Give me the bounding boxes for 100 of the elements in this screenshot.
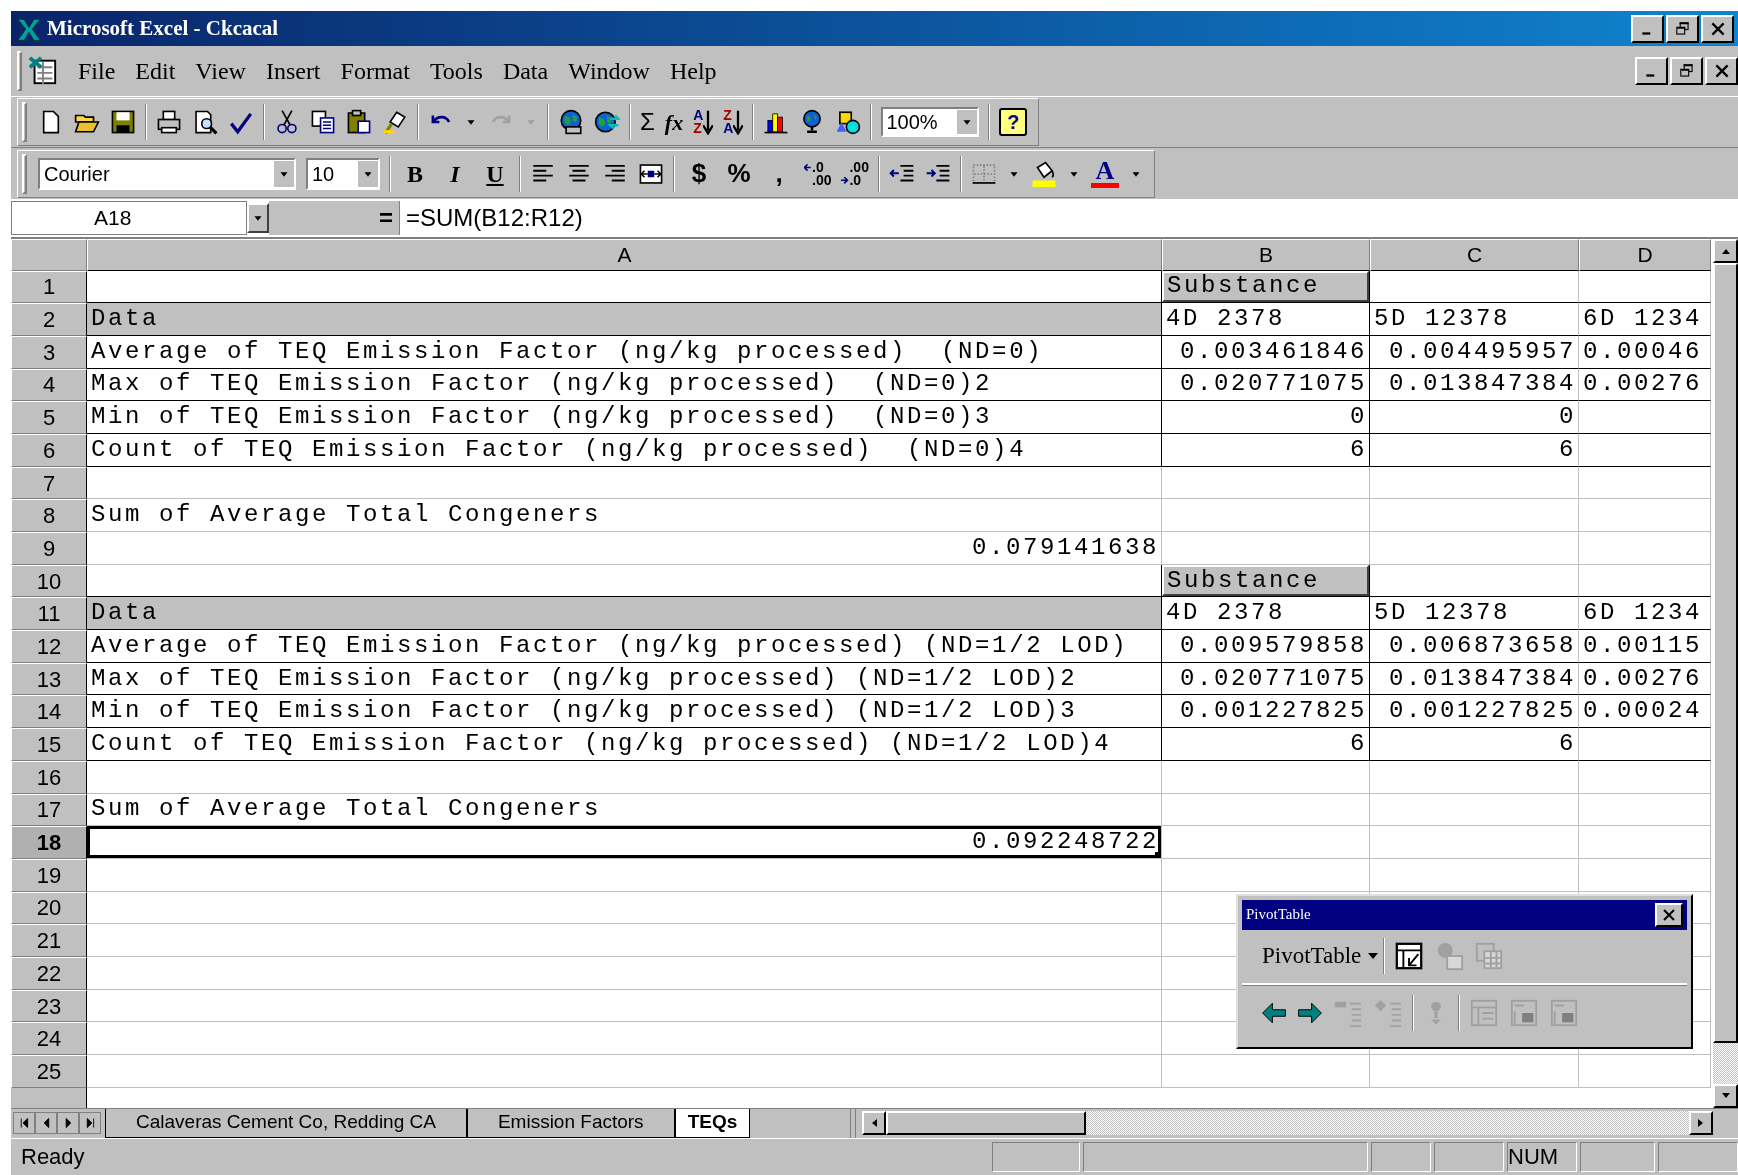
- zoom-dropdown[interactable]: 100%: [881, 107, 980, 138]
- pivot-field-button[interactable]: Substance: [1162, 564, 1369, 597]
- menu-item[interactable]: File: [78, 53, 116, 90]
- fill-handle[interactable]: [1155, 851, 1161, 858]
- vertical-scrollbar[interactable]: [1713, 238, 1738, 1108]
- restore-button[interactable]: [1666, 14, 1699, 43]
- row-header[interactable]: 2: [11, 303, 87, 336]
- sheet-tab[interactable]: Calaveras Cement Co, Redding CA: [105, 1108, 467, 1138]
- paste-icon[interactable]: [346, 109, 372, 136]
- menu-item[interactable]: View: [195, 53, 246, 90]
- sheet-tab[interactable]: Emission Factors: [466, 1108, 675, 1138]
- menu-item[interactable]: Format: [340, 53, 410, 90]
- menu-item[interactable]: Insert: [265, 53, 321, 90]
- pivot-field-button[interactable]: Substance: [1162, 270, 1369, 303]
- globe-icon[interactable]: [558, 109, 584, 136]
- row-header[interactable]: 4: [11, 368, 87, 402]
- row-header[interactable]: 23: [11, 989, 87, 1023]
- row-header[interactable]: 15: [11, 728, 87, 761]
- row-header[interactable]: 24: [11, 1022, 87, 1056]
- copy-icon[interactable]: [310, 109, 336, 136]
- row-header[interactable]: 18: [11, 826, 87, 859]
- row-header[interactable]: 17: [11, 793, 87, 827]
- name-box[interactable]: A18: [11, 200, 247, 235]
- autosum-button[interactable]: Σ: [640, 104, 655, 141]
- minimize-button[interactable]: [1631, 14, 1664, 43]
- close-button[interactable]: [1701, 14, 1734, 43]
- menu-item[interactable]: Tools: [429, 53, 483, 90]
- table-cell: 0.00115: [1579, 630, 1711, 663]
- menu-item[interactable]: Help: [669, 53, 717, 90]
- row-header[interactable]: 5: [11, 401, 87, 434]
- table-cell: Sum of Average Total Congeners: [87, 793, 1162, 827]
- status-panel: [1371, 1141, 1431, 1172]
- sort-descending-button[interactable]: Z A: [723, 109, 744, 136]
- function-button[interactable]: fx: [664, 105, 684, 139]
- row-header[interactable]: 21: [11, 924, 87, 957]
- row-header[interactable]: 20: [11, 891, 87, 925]
- last-sheet-button[interactable]: [79, 1112, 101, 1135]
- percent-button[interactable]: %: [724, 154, 754, 194]
- row-header[interactable]: 7: [11, 466, 87, 500]
- horizontal-scrollbar[interactable]: [862, 1111, 1713, 1136]
- column-header[interactable]: D: [1579, 238, 1711, 271]
- restore-icon[interactable]: [1673, 19, 1692, 38]
- first-sheet-button[interactable]: [13, 1112, 35, 1135]
- bold-button[interactable]: B: [400, 155, 430, 192]
- menu-item[interactable]: Window: [568, 53, 650, 90]
- column-header[interactable]: C: [1370, 238, 1579, 271]
- sheet-tab[interactable]: TEQs: [674, 1108, 751, 1138]
- table-cell: Data: [87, 597, 1162, 631]
- increase-decimal-button[interactable]: .0 .00: [804, 160, 832, 187]
- row-header[interactable]: 10: [11, 564, 87, 598]
- printer-icon[interactable]: [156, 109, 182, 136]
- row-header[interactable]: 11: [11, 597, 87, 631]
- equals-button[interactable]: =: [379, 199, 393, 236]
- row-header[interactable]: 16: [11, 760, 87, 794]
- next-sheet-button[interactable]: [57, 1112, 79, 1135]
- wizard-icon[interactable]: [1394, 941, 1425, 972]
- select-all-button[interactable]: [11, 238, 87, 271]
- menu-item[interactable]: Edit: [135, 53, 176, 90]
- pivot-menu-button[interactable]: PivotTable: [1262, 938, 1380, 974]
- dropdown-button[interactable]: [247, 202, 269, 233]
- font-dropdown[interactable]: Courier: [38, 157, 296, 190]
- workbook-icon[interactable]: [28, 56, 58, 87]
- row-header[interactable]: 9: [11, 532, 87, 565]
- close-button[interactable]: [1705, 57, 1738, 86]
- shapes-icon[interactable]: [835, 109, 862, 136]
- underline-button[interactable]: U: [480, 155, 510, 192]
- print-preview-icon[interactable]: [192, 109, 218, 136]
- cut-icon[interactable]: [274, 109, 300, 136]
- brush-icon[interactable]: [382, 109, 408, 136]
- restore-button[interactable]: [1670, 57, 1703, 86]
- decrease-decimal-button[interactable]: .00 .0: [841, 160, 869, 187]
- close-button[interactable]: [1655, 902, 1683, 927]
- row-header[interactable]: 19: [11, 858, 87, 892]
- comma-button[interactable]: ,: [764, 154, 794, 194]
- sort-ascending-button[interactable]: A Z: [693, 109, 714, 136]
- currency-button[interactable]: $: [684, 154, 714, 194]
- globe-arrows-icon[interactable]: [594, 109, 620, 136]
- row-header[interactable]: 8: [11, 499, 87, 533]
- help-button[interactable]: ?: [999, 108, 1028, 137]
- menu-item[interactable]: Data: [502, 53, 549, 90]
- fill-bucket-icon[interactable]: [1030, 160, 1057, 187]
- row-header[interactable]: 25: [11, 1055, 87, 1088]
- previous-sheet-button[interactable]: [35, 1112, 57, 1135]
- row-header[interactable]: 14: [11, 695, 87, 729]
- italic-button[interactable]: I: [440, 155, 470, 192]
- formula-field[interactable]: =SUM(B12:R12): [399, 200, 1738, 235]
- row-header[interactable]: 22: [11, 956, 87, 990]
- table-cell: 0.001227825: [1162, 695, 1370, 729]
- row-header[interactable]: 3: [11, 335, 87, 369]
- column-header[interactable]: B: [1162, 238, 1370, 271]
- column-header[interactable]: A: [87, 238, 1162, 271]
- minimize-button[interactable]: [1635, 57, 1668, 86]
- close-icon[interactable]: [1661, 906, 1677, 923]
- row-header[interactable]: 1: [11, 270, 87, 304]
- table-cell: Count of TEQ Emission Factor (ng/kg processed) (ND=0)4: [87, 433, 1162, 467]
- font-size-dropdown[interactable]: 10: [306, 157, 380, 190]
- row-header[interactable]: 6: [11, 433, 87, 467]
- font-color-button[interactable]: A: [1090, 159, 1119, 189]
- row-header[interactable]: 13: [11, 662, 87, 696]
- row-header[interactable]: 12: [11, 630, 87, 663]
